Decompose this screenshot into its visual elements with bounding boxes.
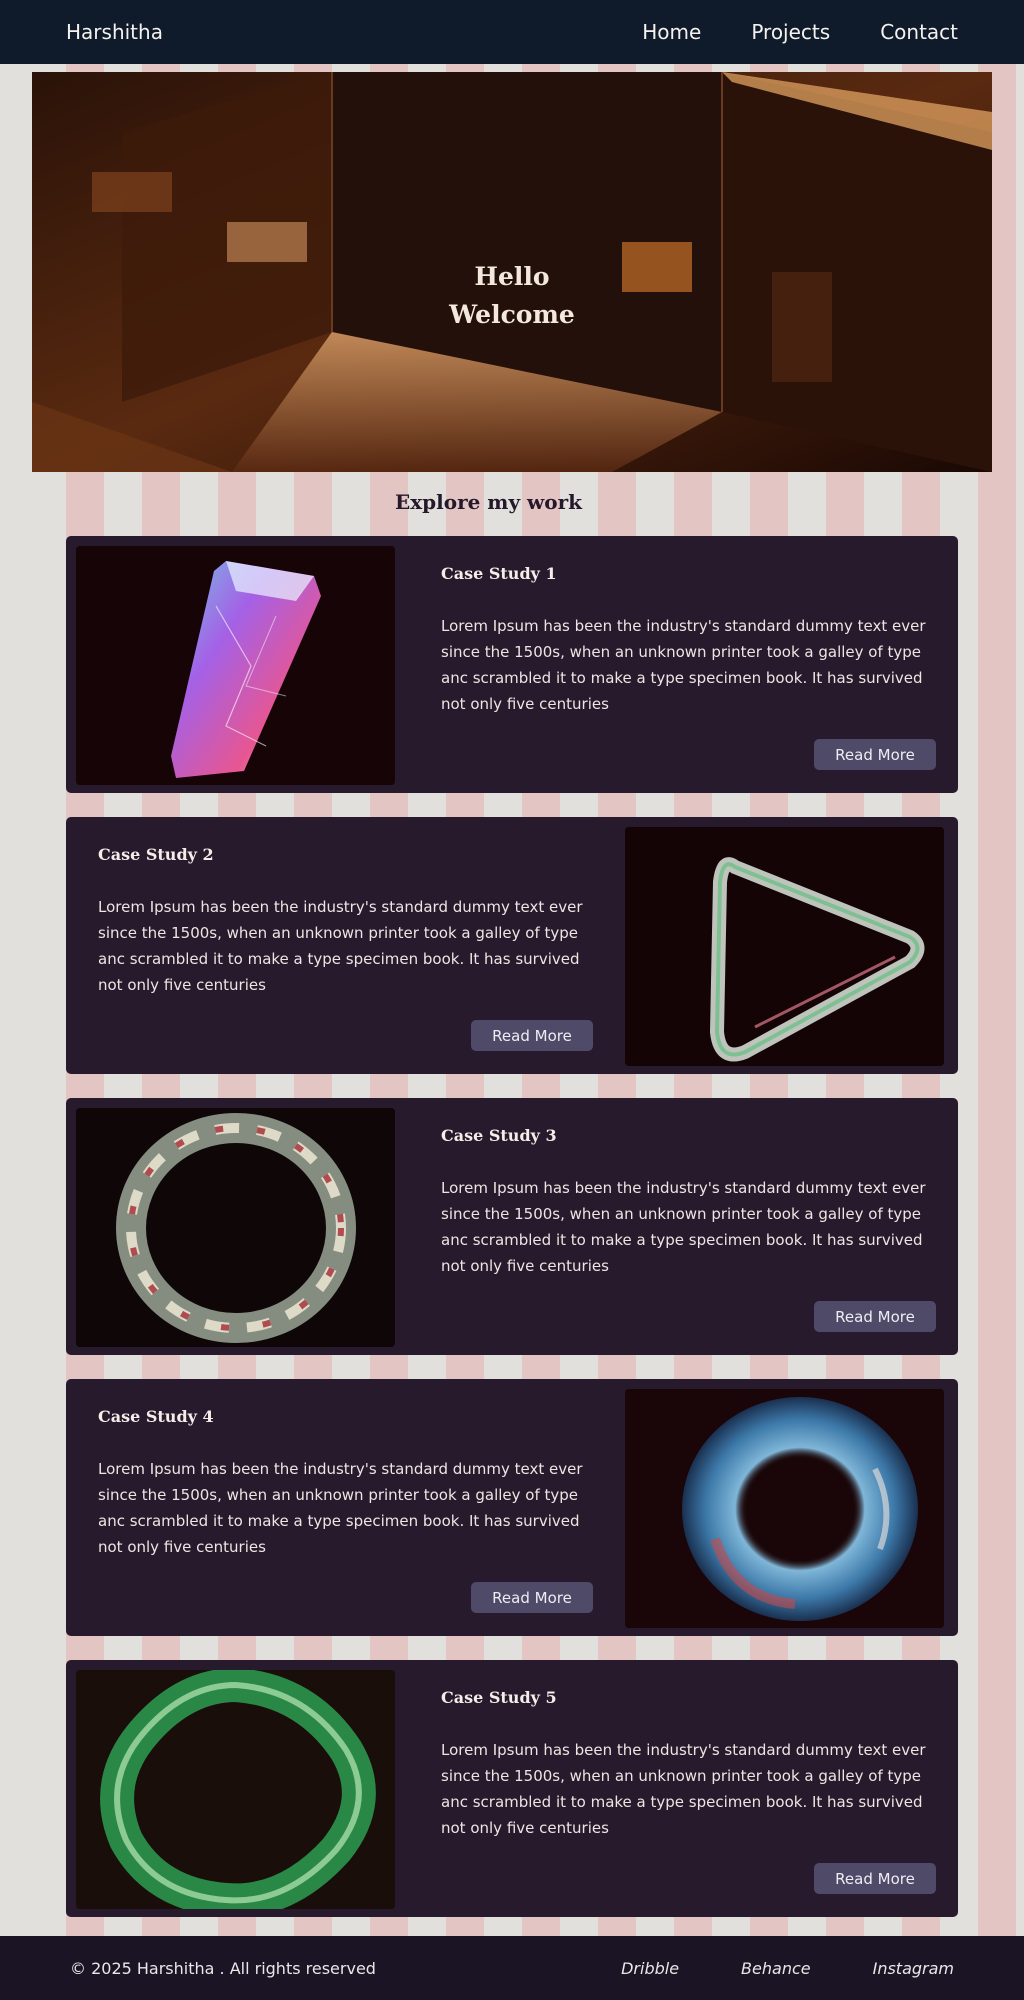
hero-greeting: Hello Welcome: [32, 258, 992, 334]
nav-link-projects[interactable]: Projects: [751, 20, 830, 44]
card-description: Lorem Ipsum has been the industry's stan…: [441, 1741, 926, 1837]
card-text: Case Study 3 Lorem Ipsum has been the in…: [441, 1126, 937, 1279]
card-title: Case Study 2: [98, 845, 214, 864]
card-text: Case Study 2 Lorem Ipsum has been the in…: [98, 845, 594, 998]
case-study-card-2: Case Study 2 Lorem Ipsum has been the in…: [66, 817, 958, 1074]
card-description: Lorem Ipsum has been the industry's stan…: [441, 617, 926, 713]
card-description: Lorem Ipsum has been the industry's stan…: [98, 898, 583, 994]
copyright-text: © 2025 Harshitha . All rights reserved: [70, 1958, 376, 1978]
social-link-behance[interactable]: Behance: [741, 1959, 811, 1978]
case-study-card-5: Case Study 5 Lorem Ipsum has been the in…: [66, 1660, 958, 1917]
blue-torus-icon: [625, 1389, 944, 1628]
nav-link-contact[interactable]: Contact: [880, 20, 958, 44]
hero-line-welcome: Welcome: [449, 300, 575, 329]
social-link-instagram[interactable]: Instagram: [873, 1959, 954, 1978]
case-study-card-1: Case Study 1 Lorem Ipsum has been the in…: [66, 536, 958, 793]
hero-banner: Hello Welcome: [32, 72, 992, 472]
read-more-button[interactable]: Read More: [471, 1020, 593, 1051]
card-title: Case Study 5: [441, 1688, 557, 1707]
social-links: Dribble Behance Instagram: [621, 1959, 954, 1978]
twisted-ring-icon: [76, 1108, 395, 1347]
nav-link-home[interactable]: Home: [642, 20, 701, 44]
card-title: Case Study 4: [98, 1407, 214, 1426]
section-title: Explore my work: [394, 490, 582, 514]
social-link-dribble[interactable]: Dribble: [621, 1959, 679, 1978]
crystal-prism-icon: [76, 546, 395, 785]
read-more-button[interactable]: Read More: [471, 1582, 593, 1613]
read-more-button[interactable]: Read More: [814, 1863, 936, 1894]
green-knot-icon: [76, 1670, 395, 1909]
brand-name[interactable]: Harshitha: [66, 20, 163, 44]
read-more-button[interactable]: Read More: [814, 1301, 936, 1332]
card-text: Case Study 1 Lorem Ipsum has been the in…: [441, 564, 937, 717]
hero-line-hello: Hello: [474, 262, 550, 291]
page-footer: © 2025 Harshitha . All rights reserved D…: [0, 1936, 1024, 2000]
glass-triangle-icon: [625, 827, 944, 1066]
top-navbar: Harshitha Home Projects Contact: [0, 0, 1024, 64]
card-text: Case Study 5 Lorem Ipsum has been the in…: [441, 1688, 937, 1841]
card-title: Case Study 3: [441, 1126, 557, 1145]
nav-links: Home Projects Contact: [642, 20, 958, 44]
case-study-card-4: Case Study 4 Lorem Ipsum has been the in…: [66, 1379, 958, 1636]
card-description: Lorem Ipsum has been the industry's stan…: [441, 1179, 926, 1275]
card-description: Lorem Ipsum has been the industry's stan…: [98, 1460, 583, 1556]
card-title: Case Study 1: [441, 564, 557, 583]
card-text: Case Study 4 Lorem Ipsum has been the in…: [98, 1407, 594, 1560]
case-study-card-3: Case Study 3 Lorem Ipsum has been the in…: [66, 1098, 958, 1355]
read-more-button[interactable]: Read More: [814, 739, 936, 770]
